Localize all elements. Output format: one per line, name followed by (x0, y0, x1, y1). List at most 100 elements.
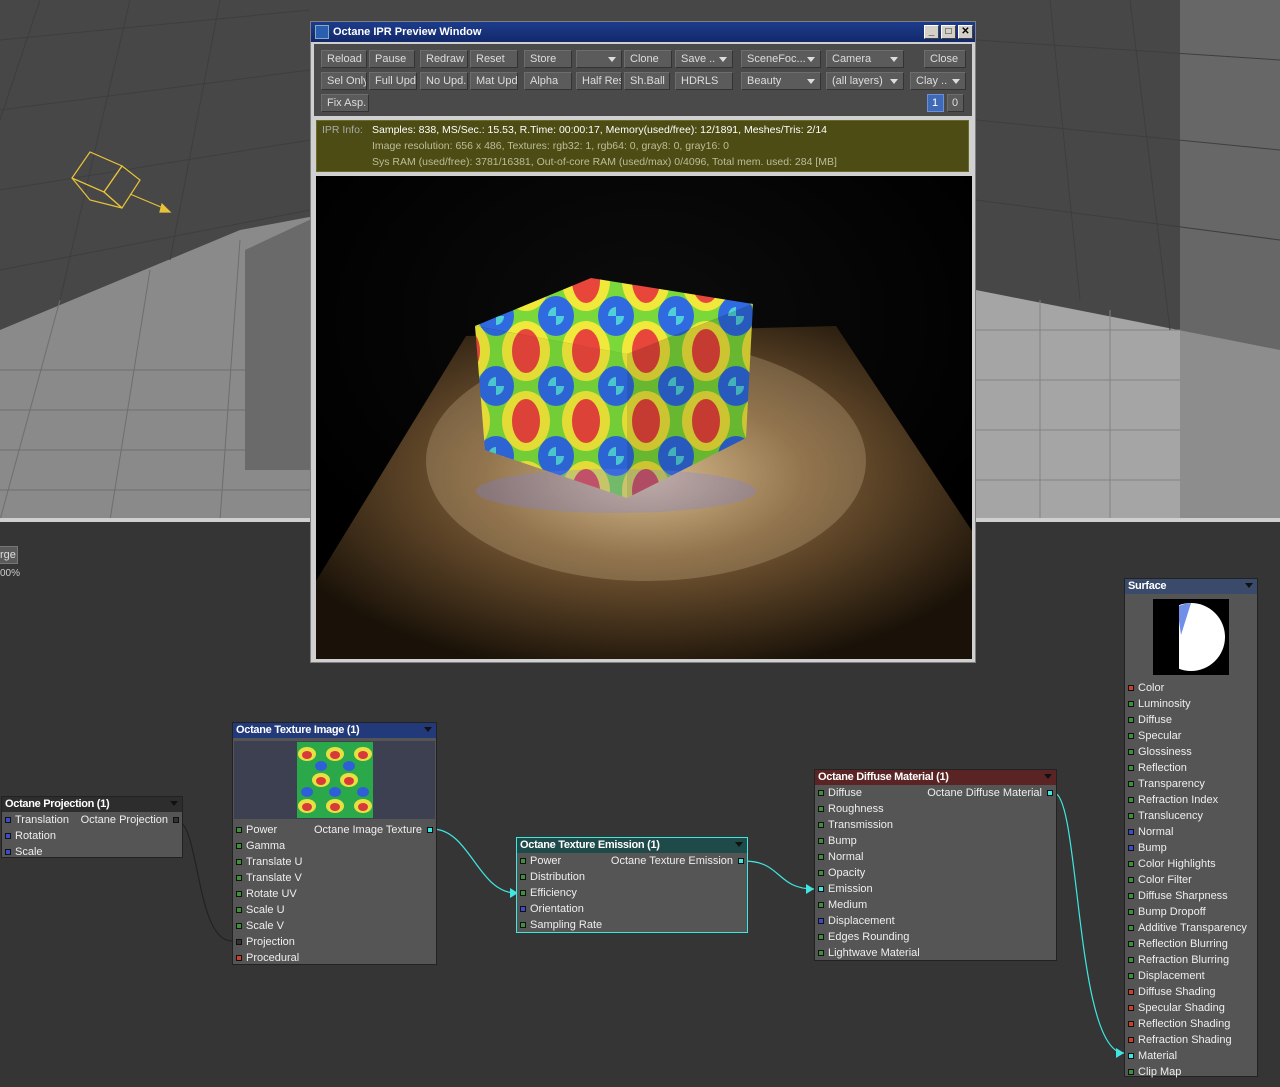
pause-button[interactable]: Pause (369, 50, 415, 68)
input-normal[interactable]: Normal (815, 849, 1056, 865)
page-1-button[interactable]: 1 (927, 94, 944, 112)
input-orientation[interactable]: Orientation (517, 901, 747, 917)
minimize-icon[interactable]: _ (924, 25, 939, 39)
maximize-icon[interactable]: □ (941, 25, 956, 39)
input-scale-u[interactable]: Scale U (233, 902, 436, 918)
surface-input-clip-map[interactable]: Clip Map (1125, 1064, 1257, 1080)
input-edges-rounding[interactable]: Edges Rounding (815, 929, 1056, 945)
input-power[interactable]: Power Octane Image Texture (233, 822, 436, 838)
input-pin-icon[interactable] (1128, 797, 1134, 803)
store-slot-select[interactable] (576, 50, 622, 68)
input-pin-icon[interactable] (1128, 701, 1134, 707)
input-lightwave-material[interactable]: Lightwave Material (815, 945, 1056, 961)
input-pin-icon[interactable] (1128, 989, 1134, 995)
ipr-preview-window[interactable]: Octane IPR Preview Window _ □ ✕ Reload P… (310, 21, 976, 663)
input-opacity[interactable]: Opacity (815, 865, 1056, 881)
input-transmission[interactable]: Transmission (815, 817, 1056, 833)
input-pin-icon[interactable] (1128, 925, 1134, 931)
input-pin-icon[interactable] (1128, 877, 1134, 883)
input-pin-icon[interactable] (1128, 813, 1134, 819)
surface-input-diffuse-shading[interactable]: Diffuse Shading (1125, 984, 1257, 1000)
fix-aspect-button[interactable]: Fix Asp. (321, 94, 369, 112)
surface-input-displacement[interactable]: Displacement (1125, 968, 1257, 984)
surface-input-material[interactable]: Material (1125, 1048, 1257, 1064)
window-titlebar[interactable]: Octane IPR Preview Window _ □ ✕ (311, 22, 975, 42)
clone-button[interactable]: Clone (624, 50, 672, 68)
surface-input-luminosity[interactable]: Luminosity (1125, 696, 1257, 712)
surface-input-bump[interactable]: Bump (1125, 840, 1257, 856)
input-rotate-uv[interactable]: Rotate UV (233, 886, 436, 902)
surface-input-refraction-blurring[interactable]: Refraction Blurring (1125, 952, 1257, 968)
reset-button[interactable]: Reset (470, 50, 518, 68)
node-title[interactable]: Octane Projection (1) (2, 797, 182, 812)
node-octane-projection[interactable]: Octane Projection (1) Translation Octane … (1, 796, 183, 858)
input-translation[interactable]: Translation Octane Projection (2, 812, 182, 828)
full-update-button[interactable]: Full Upd. (369, 72, 417, 90)
input-diffuse[interactable]: Diffuse Octane Diffuse Material (815, 785, 1056, 801)
shader-ball-button[interactable]: Sh.Ball (624, 72, 670, 90)
input-pin-icon[interactable] (1128, 1053, 1134, 1059)
surface-input-transparency[interactable]: Transparency (1125, 776, 1257, 792)
input-emission[interactable]: Emission (815, 881, 1056, 897)
input-pin-icon[interactable] (1128, 733, 1134, 739)
surface-input-reflection-blurring[interactable]: Reflection Blurring (1125, 936, 1257, 952)
node-surface[interactable]: Surface Color Luminosity Diffuse Specular Gl… (1124, 578, 1258, 1080)
input-projection[interactable]: Projection (233, 934, 436, 950)
layers-dropdown[interactable]: (all layers) (826, 72, 904, 90)
node-title[interactable]: Surface (1125, 579, 1257, 594)
input-pin-icon[interactable] (1128, 1069, 1134, 1075)
node-octane-texture-image[interactable]: Octane Texture Image (1) Power Octane Ima… (232, 722, 437, 965)
input-pin-icon[interactable] (1128, 861, 1134, 867)
reload-button[interactable]: Reload (321, 50, 367, 68)
material-update-button[interactable]: Mat Upd (470, 72, 518, 90)
page-0-button[interactable]: 0 (947, 94, 964, 112)
input-pin-icon[interactable] (1128, 893, 1134, 899)
input-pin-icon[interactable] (1128, 685, 1134, 691)
surface-input-bump-dropoff[interactable]: Bump Dropoff (1125, 904, 1257, 920)
surface-input-reflection[interactable]: Reflection (1125, 760, 1257, 776)
no-update-button[interactable]: No Upd. (420, 72, 468, 90)
input-distribution[interactable]: Distribution (517, 869, 747, 885)
redraw-button[interactable]: Redraw (420, 50, 468, 68)
clay-dropdown[interactable]: Clay .. (910, 72, 966, 90)
input-pin-icon[interactable] (1128, 845, 1134, 851)
hdrls-button[interactable]: HDRLS (675, 72, 733, 90)
input-pin-icon[interactable] (1128, 829, 1134, 835)
input-pin-icon[interactable] (1128, 941, 1134, 947)
node-octane-texture-emission[interactable]: Octane Texture Emission (1) Power Octane … (516, 837, 748, 933)
input-pin-icon[interactable] (1128, 749, 1134, 755)
input-sampling-rate[interactable]: Sampling Rate (517, 917, 747, 933)
merge-button[interactable]: rge (0, 546, 18, 564)
surface-input-reflection-shading[interactable]: Reflection Shading (1125, 1016, 1257, 1032)
surface-input-refraction-index[interactable]: Refraction Index (1125, 792, 1257, 808)
input-pin-icon[interactable] (1128, 973, 1134, 979)
close-button[interactable]: Close (924, 50, 966, 68)
input-power[interactable]: Power Octane Texture Emission (517, 853, 747, 869)
surface-input-translucency[interactable]: Translucency (1125, 808, 1257, 824)
input-pin-icon[interactable] (1128, 957, 1134, 963)
surface-input-diffuse[interactable]: Diffuse (1125, 712, 1257, 728)
input-efficiency[interactable]: Efficiency (517, 885, 747, 901)
node-octane-diffuse-material[interactable]: Octane Diffuse Material (1) Diffuse Octan… (814, 769, 1057, 961)
input-pin-icon[interactable] (1128, 909, 1134, 915)
render-view[interactable] (316, 176, 972, 659)
surface-input-specular[interactable]: Specular (1125, 728, 1257, 744)
scene-focus-dropdown[interactable]: SceneFoc... (741, 50, 821, 68)
input-bump[interactable]: Bump (815, 833, 1056, 849)
input-pin-icon[interactable] (1128, 717, 1134, 723)
surface-input-specular-shading[interactable]: Specular Shading (1125, 1000, 1257, 1016)
input-pin-icon[interactable] (1128, 1021, 1134, 1027)
input-pin-icon[interactable] (1128, 765, 1134, 771)
node-title[interactable]: Octane Diffuse Material (1) (815, 770, 1056, 785)
surface-input-color-highlights[interactable]: Color Highlights (1125, 856, 1257, 872)
surface-input-color-filter[interactable]: Color Filter (1125, 872, 1257, 888)
input-translate-u[interactable]: Translate U (233, 854, 436, 870)
input-pin-icon[interactable] (1128, 1005, 1134, 1011)
surface-input-normal[interactable]: Normal (1125, 824, 1257, 840)
half-res-button[interactable]: Half Res (576, 72, 622, 90)
save-dropdown[interactable]: Save .. (675, 50, 733, 68)
node-title[interactable]: Octane Texture Image (1) (233, 723, 436, 738)
close-icon[interactable]: ✕ (958, 25, 973, 39)
node-title[interactable]: Octane Texture Emission (1) (517, 838, 747, 853)
input-translate-v[interactable]: Translate V (233, 870, 436, 886)
